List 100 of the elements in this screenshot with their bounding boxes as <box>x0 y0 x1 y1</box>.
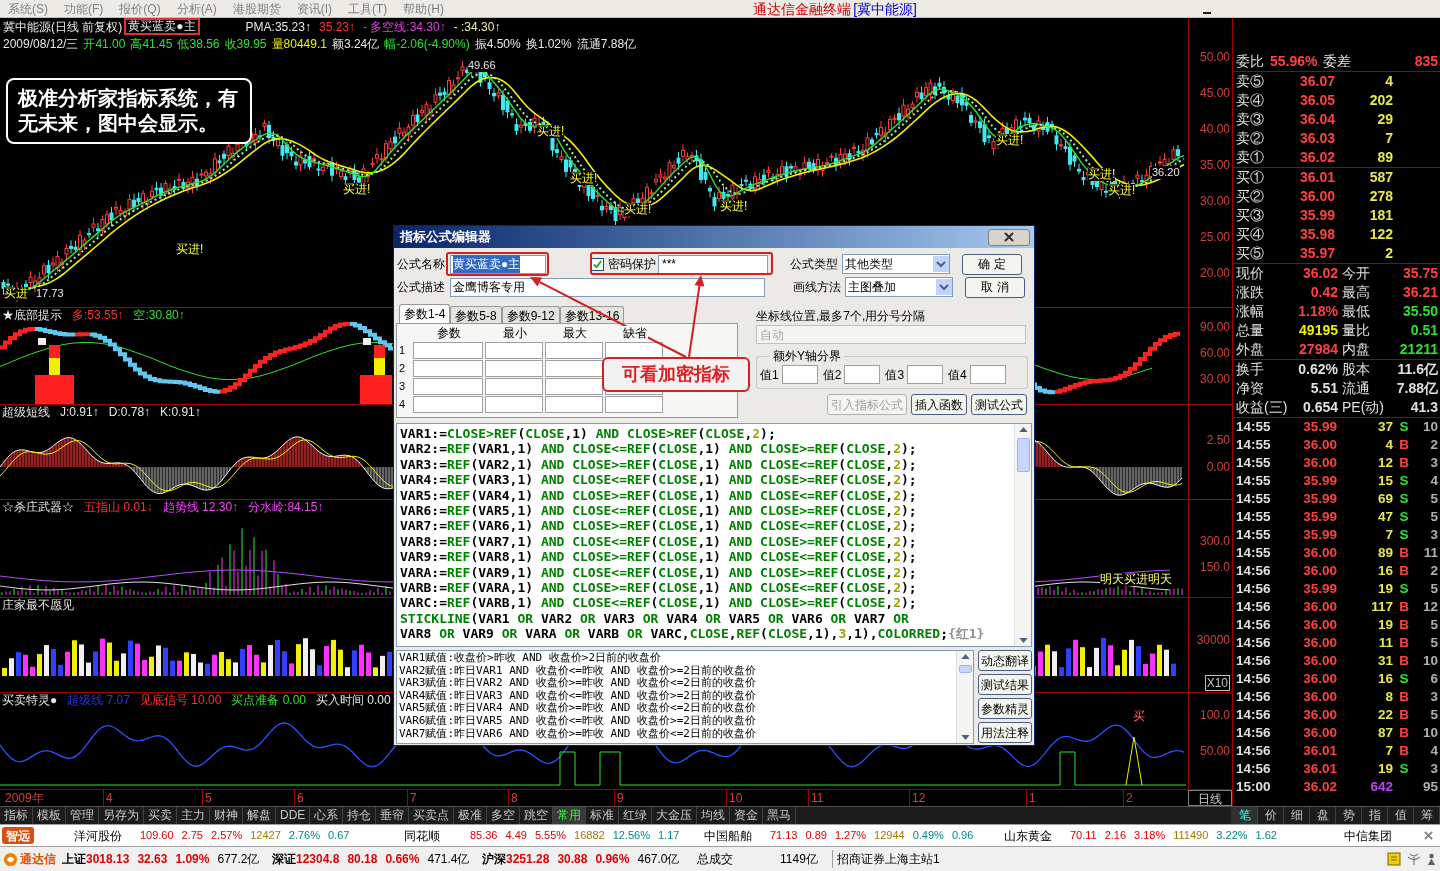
param-input[interactable] <box>545 341 603 359</box>
side-button[interactable]: 测试结果 <box>978 674 1032 695</box>
menu-item[interactable]: 工具(T) <box>340 0 396 18</box>
password-field[interactable]: *** <box>658 254 768 274</box>
action-button[interactable]: 插入函数 <box>911 394 967 415</box>
buy-signal-label: 买进! <box>1088 168 1116 181</box>
minimize-icon <box>1203 11 1211 14</box>
trade-count: 5 <box>1429 705 1439 724</box>
menu-item[interactable]: 帮助(H) <box>395 0 452 18</box>
menu-item[interactable]: 系统(S) <box>0 0 56 18</box>
indicator-tab[interactable]: 常用 <box>553 807 587 824</box>
value-input[interactable] <box>844 365 881 384</box>
order-level: 买⑤ <box>1236 244 1265 263</box>
detail-tab[interactable]: 笔 <box>1232 807 1258 824</box>
param-input[interactable] <box>545 359 603 377</box>
trade-price: 36.00 <box>1302 435 1337 454</box>
field-label: 密码保护 <box>608 256 657 273</box>
buy-signal-label: 买进! <box>996 134 1024 147</box>
menu-item[interactable]: 港股期货 <box>224 0 289 18</box>
side-button[interactable]: 用法注释 <box>978 722 1032 743</box>
formula-type-select[interactable]: 其他类型 <box>842 254 950 274</box>
close-button[interactable] <box>988 228 1030 246</box>
axis-label: 25.00 <box>1199 230 1230 244</box>
field-label: 值3 <box>885 366 905 384</box>
axis-label: 0.00 <box>1206 460 1230 474</box>
axis-label: 30.00 <box>1199 194 1230 208</box>
code-line: VARB:=REF(VARA,1) AND CLOSE>=REF(CLOSE,1) AND CLOSE<=REF(CLOSE,2); <box>400 580 917 596</box>
param-input[interactable] <box>485 359 543 377</box>
trade-volume: 19 <box>1376 579 1393 598</box>
param-input[interactable] <box>545 395 603 413</box>
parameter-tab[interactable]: 参数1-4 <box>399 304 451 323</box>
stat-label: 流通 <box>1342 379 1370 398</box>
side-button[interactable]: 参数精灵 <box>978 698 1032 719</box>
param-input[interactable] <box>485 377 543 395</box>
close-button[interactable] <box>1423 829 1434 842</box>
trade-time: 14:56 <box>1236 669 1272 688</box>
price-label: 49.66 <box>468 59 496 72</box>
param-input[interactable] <box>485 395 543 413</box>
trade-side: S <box>1399 417 1409 436</box>
ok-button[interactable]: 确 定 <box>962 253 1022 275</box>
trade-time: 14:56 <box>1236 561 1272 580</box>
code-line: VAR8 OR VAR9 OR VARA OR VARB OR VARC,CLOSE,REF(CLOSE,1),3,1),COLORRED;{红1} <box>400 626 985 642</box>
value-input[interactable] <box>781 365 818 384</box>
parameter-tab[interactable]: 参数5-8 <box>450 306 502 323</box>
stat-value: 49195 <box>1299 321 1338 340</box>
stat-value: 1.18% <box>1298 302 1338 321</box>
action-button[interactable]: 测试公式 <box>971 394 1027 415</box>
trade-side: B <box>1399 687 1409 706</box>
trade-price: 36.02 <box>1302 777 1337 796</box>
scrollbar-thumb[interactable] <box>1016 438 1030 472</box>
code-editor[interactable] <box>396 423 1032 647</box>
scrollbar[interactable] <box>1014 424 1031 646</box>
trade-time: 14:55 <box>1236 525 1272 544</box>
trade-side: S <box>1399 471 1409 490</box>
panel-title: 买卖特灵● <box>2 693 58 707</box>
menu-item[interactable]: 报价(Q) <box>111 0 169 18</box>
param-input[interactable] <box>413 395 483 413</box>
formula-name-field[interactable]: 黄买蓝卖●主 <box>450 254 546 274</box>
indicator-value: D:0.78↑ <box>108 405 151 419</box>
stat-value: 0.42 <box>1310 283 1338 302</box>
description-field[interactable]: 金鹰博客专用 <box>450 277 765 297</box>
index-percent: 1.09% <box>175 851 210 868</box>
menu-item[interactable]: 分析(A) <box>168 0 225 18</box>
index-change: 80.18 <box>347 851 378 868</box>
cancel-button[interactable]: 取 消 <box>965 276 1025 298</box>
parameter-tab[interactable]: 参数9-12 <box>501 306 560 323</box>
param-input[interactable] <box>545 377 603 395</box>
order-volume: 202 <box>1368 91 1393 110</box>
trade-volume: 31 <box>1376 651 1393 670</box>
param-input[interactable] <box>485 341 543 359</box>
ticker-value: 0.96 <box>951 828 974 844</box>
param-input[interactable] <box>413 377 483 395</box>
axis-label: 150.0 <box>1199 560 1230 574</box>
scroll-down-icon <box>960 735 970 740</box>
trade-volume: 8 <box>1384 687 1393 706</box>
axis-label: 100.0 <box>1199 708 1230 722</box>
ticker-name: 同花顺 <box>403 827 441 845</box>
draw-method-select[interactable]: 主图叠加 <box>845 277 953 297</box>
trade-side: B <box>1399 651 1409 670</box>
app-logo-icon <box>3 851 18 867</box>
value-input[interactable] <box>969 365 1006 384</box>
value-input[interactable] <box>907 365 944 384</box>
ticker-value: 2.76% <box>288 828 320 844</box>
scrollbar[interactable] <box>956 651 973 743</box>
trade-volume: 22 <box>1376 705 1393 724</box>
trade-count: 5 <box>1429 615 1439 634</box>
translation-line: VAR1赋值:收盘价>昨收 AND 收盘价>2日前的收盘价 <box>399 652 662 665</box>
indicator-value: 多:53.55↑ <box>72 308 124 322</box>
panel-title: 庄家最不愿见 <box>2 598 74 612</box>
side-button[interactable]: 动态翻译 <box>978 650 1032 671</box>
scrollbar-thumb[interactable] <box>958 665 972 673</box>
trade-price: 36.00 <box>1302 561 1337 580</box>
trade-price: 36.00 <box>1302 543 1337 562</box>
param-input[interactable] <box>605 395 663 413</box>
param-input[interactable] <box>413 341 483 359</box>
trade-volume: 12 <box>1376 453 1393 472</box>
broker-logo: 智远 <box>2 827 34 844</box>
param-input[interactable] <box>413 359 483 377</box>
stat-value: 835 <box>1414 52 1439 71</box>
stat-value: 27984 <box>1299 340 1338 359</box>
